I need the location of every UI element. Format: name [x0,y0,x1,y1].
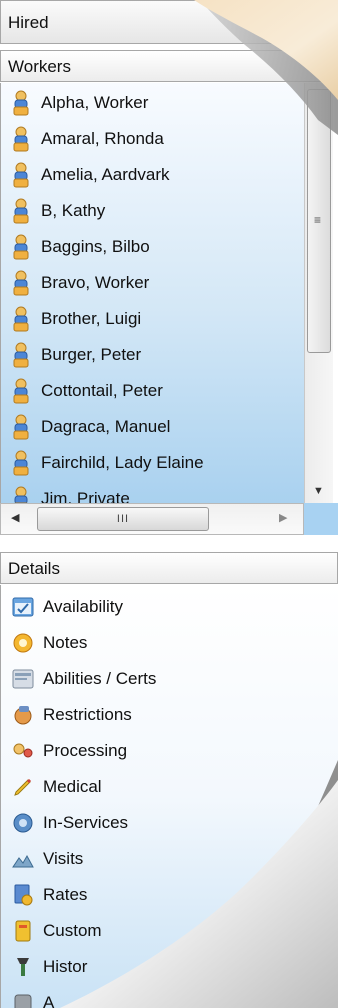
processing-icon [11,739,35,763]
scroll-grip-icon: ≡ [314,213,322,227]
details-header[interactable]: Details [0,552,338,584]
worker-label: Amaral, Rhonda [41,129,164,148]
worker-label: Bravo, Worker [41,273,150,292]
calendar-icon [11,595,35,619]
details-item-label: Restrictions [43,705,132,724]
details-item-label: Availability [43,597,124,616]
worker-label: Brother, Luigi [41,309,142,328]
person-icon [9,306,33,332]
scroll-down-arrow-icon[interactable]: ▼ [313,485,324,497]
worker-item-amelia-aardvark[interactable]: Amelia, Aardvark [1,157,305,193]
details-item-abilities-certs[interactable]: Abilities / Certs [1,661,338,697]
worker-label: Alpha, Worker [41,93,149,112]
person-icon [9,234,33,260]
details-item-label: Abilities / Certs [43,669,157,688]
horizontal-scroll-thumb[interactable]: III [37,507,209,531]
person-icon [9,378,33,404]
details-item-label: Notes [43,633,88,652]
restrictions-icon [11,703,35,727]
details-item-notes[interactable]: Notes [1,625,338,661]
details-item-histor[interactable]: Histor [1,949,338,985]
worker-item-burger-peter[interactable]: Burger, Peter [1,337,305,373]
details-item-visits[interactable]: Visits [1,841,338,877]
worker-item-dagraca-manuel[interactable]: Dagraca, Manuel [1,409,305,445]
person-icon [9,270,33,296]
partial-icon [11,991,35,1008]
panel-title: Hired [0,0,338,44]
details-item-rates[interactable]: Rates [1,877,338,913]
certificate-icon [11,667,35,691]
custom-icon [11,919,35,943]
worker-label: Dagraca, Manuel [41,417,171,436]
worker-item-bravo-worker[interactable]: Bravo, Worker [1,265,305,301]
rates-icon [11,883,35,907]
workers-list[interactable]: Alpha, Worker Amaral, Rhonda Amelia, Aardv… [0,83,305,503]
worker-label: Burger, Peter [41,345,142,364]
details-item-processing[interactable]: Processing [1,733,338,769]
notes-icon [11,631,35,655]
person-icon [9,342,33,368]
worker-item-amaral-rhonda[interactable]: Amaral, Rhonda [1,121,305,157]
person-icon [9,486,33,503]
worker-label: Cottontail, Peter [41,381,163,400]
history-icon [11,955,35,979]
details-list[interactable]: Availability Notes Abilities / Certs Restri… [0,585,338,1008]
person-icon [9,90,33,116]
visits-icon [11,847,35,871]
person-icon [9,198,33,224]
worker-label: Baggins, Bilbo [41,237,150,256]
details-item-label: A [43,993,55,1008]
details-item-label: Visits [43,849,84,868]
scroll-right-arrow-icon[interactable]: ▶ [279,511,287,524]
details-item-custom[interactable]: Custom [1,913,338,949]
horizontal-scrollbar[interactable]: ◀ III ▶ [0,503,304,535]
worker-item-b-kathy[interactable]: B, Kathy [1,193,305,229]
details-item-medical[interactable]: Medical [1,769,338,805]
person-icon [9,126,33,152]
divider [0,538,338,548]
worker-item-baggins-bilbo[interactable]: Baggins, Bilbo [1,229,305,265]
details-item-label: In-Services [43,813,129,832]
vertical-scroll-thumb[interactable]: ≡ [307,89,331,353]
details-item-label: Medical [43,777,102,796]
in-services-icon [11,811,35,835]
person-icon [9,450,33,476]
worker-item-fairchild-lady-elaine[interactable]: Fairchild, Lady Elaine [1,445,305,481]
worker-label: Fairchild, Lady Elaine [41,453,204,472]
details-item-a[interactable]: A [1,985,338,1008]
details-item-label: Processing [43,741,128,760]
hired-panel: Hired Workers Alpha, Worker Amaral, Rhond… [0,0,338,1008]
worker-label: Jim, Private [41,489,130,503]
worker-item-jim-private[interactable]: Jim, Private [1,481,305,503]
worker-label: Amelia, Aardvark [41,165,170,184]
workers-header[interactable]: Workers [0,50,338,82]
person-icon [9,414,33,440]
worker-item-cottontail-peter[interactable]: Cottontail, Peter [1,373,305,409]
details-item-in-services[interactable]: In-Services [1,805,338,841]
details-item-label: Custom [43,921,102,940]
details-item-label: Histor [43,957,88,976]
details-item-availability[interactable]: Availability [1,589,338,625]
vertical-scrollbar[interactable]: ≡ ▼ [304,83,333,503]
worker-item-alpha-worker[interactable]: Alpha, Worker [1,85,305,121]
details-item-label: Rates [43,885,88,904]
pencil-icon [11,775,35,799]
scroll-left-arrow-icon[interactable]: ◀ [11,511,19,524]
worker-label: B, Kathy [41,201,106,220]
details-item-restrictions[interactable]: Restrictions [1,697,338,733]
person-icon [9,162,33,188]
scrollbar-corner [304,503,338,535]
worker-item-brother-luigi[interactable]: Brother, Luigi [1,301,305,337]
